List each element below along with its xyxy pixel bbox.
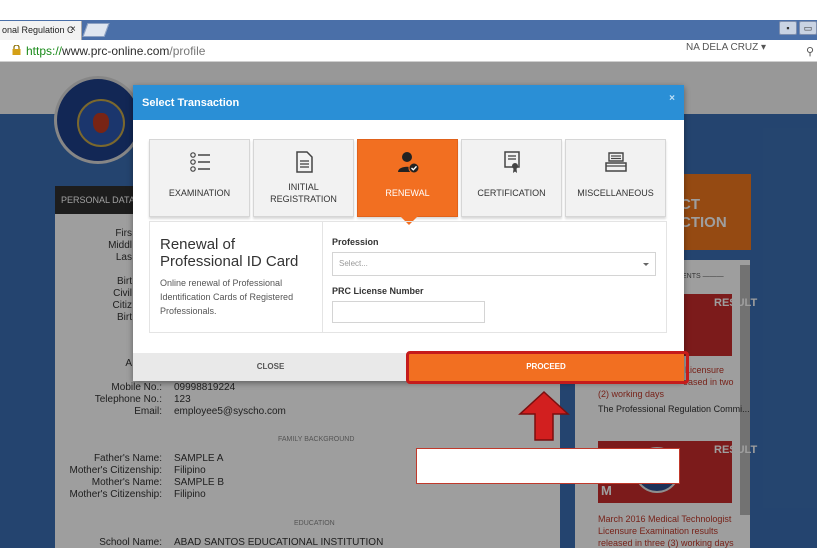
tab-strip	[0, 20, 817, 40]
license-number-input[interactable]	[332, 301, 485, 323]
option-examination[interactable]: EXAMINATION	[149, 139, 250, 217]
url-text[interactable]: https://www.prc-online.com/profile	[26, 44, 205, 58]
option-label: RENEWAL	[385, 188, 430, 198]
minimize-button[interactable]: ▪	[779, 21, 797, 35]
user-check-icon	[398, 152, 420, 174]
option-label: EXAMINATION	[168, 188, 231, 198]
select-transaction-modal: Select Transaction × EXAMINATION INITIAL…	[133, 85, 684, 381]
document-icon	[296, 151, 313, 173]
license-number-label: PRC License Number	[332, 286, 424, 296]
tab-title: onal Regulation C	[2, 25, 74, 35]
option-label: MISCELLANEOUS	[577, 188, 654, 198]
certificate-icon	[504, 151, 520, 173]
option-certification[interactable]: CERTIFICATION	[461, 139, 562, 217]
option-renewal[interactable]: RENEWAL	[357, 139, 458, 217]
close-button[interactable]: CLOSE	[133, 353, 408, 381]
option-miscellaneous[interactable]: MISCELLANEOUS	[565, 139, 666, 217]
form-divider	[322, 222, 323, 332]
profession-select[interactable]: Select...	[332, 252, 656, 276]
modal-header: Select Transaction ×	[133, 85, 684, 120]
profession-select-value: Select...	[339, 259, 368, 268]
transaction-form: Renewal of Professional ID Card Online r…	[149, 221, 667, 333]
transaction-description-title: Renewal of Professional ID Card	[160, 236, 299, 270]
tray-icon	[605, 152, 627, 172]
option-label: CERTIFICATION	[477, 188, 546, 198]
option-label-line1: INITIAL	[288, 182, 319, 192]
lock-icon	[12, 45, 21, 55]
url-host: www.prc-online.com	[62, 44, 170, 58]
url-scheme: https://	[26, 44, 63, 58]
annotation-callout-box	[416, 448, 680, 484]
transaction-description-text: Online renewal of Professional Identific…	[160, 278, 294, 316]
profession-label: Profession	[332, 237, 379, 247]
url-path: /profile	[169, 44, 206, 58]
proceed-highlight-box	[406, 351, 689, 384]
arrow-up-icon	[518, 390, 570, 441]
checklist-icon	[190, 152, 210, 172]
maximize-button[interactable]: ▭	[799, 21, 817, 35]
search-icon[interactable]: ⚲	[806, 45, 814, 58]
user-menu[interactable]: NA DELA CRUZ ▾	[686, 42, 766, 53]
chevron-down-icon	[643, 263, 649, 266]
option-label-line2: REGISTRATION	[270, 194, 337, 204]
close-icon[interactable]: ×	[669, 93, 675, 104]
modal-title: Select Transaction	[142, 97, 240, 109]
tab-close-icon[interactable]: ×	[70, 24, 76, 35]
browser-tab[interactable]: onal Regulation C ×	[0, 21, 82, 40]
option-initial-registration[interactable]: INITIAL REGISTRATION	[253, 139, 354, 217]
window-titlebar	[0, 0, 817, 20]
